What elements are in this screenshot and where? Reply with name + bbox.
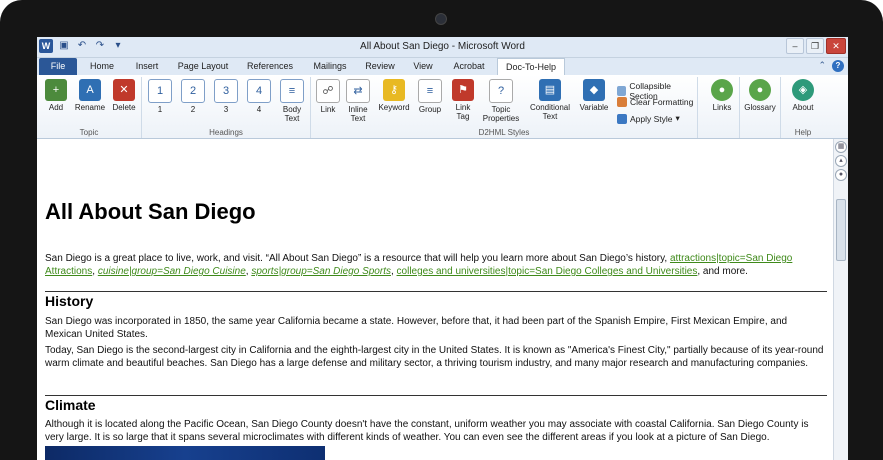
inline-text-icon: ⇄ <box>346 79 370 103</box>
heading-4-icon: 4 <box>247 79 271 103</box>
tab-view[interactable]: View <box>405 58 441 75</box>
tab-review[interactable]: Review <box>359 58 401 75</box>
delete-topic-button[interactable]: ✕ Delete <box>109 79 139 112</box>
colleges-link[interactable]: colleges and universities|topic=San Dieg… <box>397 266 698 277</box>
link-tag-button[interactable]: ⚑ Link Tag <box>449 79 477 121</box>
conditional-text-button[interactable]: ▤ Conditional Text <box>525 79 575 121</box>
group-links: ● Links <box>705 77 740 138</box>
about-button[interactable]: ◈ About <box>787 79 819 112</box>
title-bar: W ▣ ↶ ↷ ▾ All About San Diego - Microsof… <box>37 37 848 58</box>
tab-mailings[interactable]: Mailings <box>305 58 355 75</box>
heading-3-button[interactable]: 3 3 <box>212 79 240 114</box>
history-paragraph-2: Today, San Diego is the second-largest c… <box>45 345 824 369</box>
cuisine-link[interactable]: cuisine|group=San Diego Cuisine <box>98 266 246 277</box>
topic-properties-icon: ? <box>489 79 513 103</box>
glossary-icon: ● <box>749 79 771 101</box>
page-title: All About San Diego <box>45 199 256 224</box>
link-button[interactable]: ☍ Link <box>315 79 341 114</box>
heading-4-button[interactable]: 4 4 <box>245 79 273 114</box>
tab-home[interactable]: Home <box>83 58 121 75</box>
group-glossary: ● Glossary <box>740 77 781 138</box>
heading-3-icon: 3 <box>214 79 238 103</box>
group-d2hml-styles: ☍ Link ⇄ Inline Text ⚷ Keyword ≡ Group ⚑ <box>311 77 698 138</box>
ribbon: + Add A Rename ✕ Delete Topic 1 1 2 2 3 … <box>37 75 848 139</box>
ribbon-tabs: File Home Insert Page Layout References … <box>37 58 848 75</box>
links-icon: ● <box>711 79 733 101</box>
scroll-up-icon[interactable]: ▴ <box>835 155 847 167</box>
topic-group-label: Topic <box>79 128 99 137</box>
tab-doc-to-help[interactable]: Doc-To-Help <box>497 58 565 75</box>
group-button[interactable]: ≡ Group <box>415 79 445 114</box>
sports-link[interactable]: sports|group=San Diego Sports <box>251 266 391 277</box>
word-window: W ▣ ↶ ↷ ▾ All About San Diego - Microsof… <box>37 37 848 460</box>
keyword-button[interactable]: ⚷ Keyword <box>375 79 413 112</box>
add-topic-button[interactable]: + Add <box>41 79 71 112</box>
glossary-button[interactable]: ● Glossary <box>743 79 777 112</box>
rename-topic-icon: A <box>79 79 101 101</box>
tab-file[interactable]: File <box>39 58 77 75</box>
heading-2-icon: 2 <box>181 79 205 103</box>
apply-style-dropdown-icon: ▾ <box>675 113 680 123</box>
variable-button[interactable]: ◆ Variable <box>577 79 611 112</box>
group-topic: + Add A Rename ✕ Delete Topic <box>37 77 142 138</box>
d2hml-group-label: D2HML Styles <box>478 128 530 137</box>
tab-page-layout[interactable]: Page Layout <box>172 58 234 75</box>
camera-icon <box>435 13 447 25</box>
tab-acrobat[interactable]: Acrobat <box>445 58 493 75</box>
help-group-label: Help <box>794 128 812 137</box>
climate-heading: Climate <box>45 397 96 413</box>
history-heading: History <box>45 293 94 309</box>
window-controls: – ❐ ✕ <box>786 38 846 54</box>
heading-1-icon: 1 <box>148 79 172 103</box>
links-button[interactable]: ● Links <box>707 79 737 112</box>
close-icon[interactable]: ✕ <box>826 38 846 54</box>
climate-paragraph-1: Although it is located along the Pacific… <box>45 419 809 443</box>
san-diego-image <box>45 446 325 460</box>
heading-2-button[interactable]: 2 2 <box>179 79 207 114</box>
heading-1-button[interactable]: 1 1 <box>146 79 174 114</box>
intro-paragraph: San Diego is a great place to live, work… <box>45 253 793 277</box>
clear-formatting-button[interactable]: Clear Formatting <box>617 97 693 107</box>
apply-style-button[interactable]: Apply Style ▾ <box>617 113 680 124</box>
add-topic-icon: + <box>45 79 67 101</box>
page-nav-icon[interactable]: ● <box>835 169 847 181</box>
clear-formatting-icon <box>617 97 627 107</box>
group-headings: 1 1 2 2 3 3 4 4 ≡ Body Text Headings <box>142 77 311 138</box>
restore-icon[interactable]: ❐ <box>806 38 824 54</box>
variable-icon: ◆ <box>583 79 605 101</box>
body-text-icon: ≡ <box>280 79 304 103</box>
laptop-bezel: W ▣ ↶ ↷ ▾ All About San Diego - Microsof… <box>0 0 883 460</box>
inline-text-button[interactable]: ⇄ Inline Text <box>343 79 373 123</box>
headings-group-label: Headings <box>209 128 243 137</box>
ruler-toggle-icon[interactable]: ▦ <box>835 141 847 153</box>
tab-right-controls: ⌃ ? <box>818 60 844 72</box>
tab-insert[interactable]: Insert <box>127 58 167 75</box>
about-icon: ◈ <box>792 79 814 101</box>
link-tag-icon: ⚑ <box>452 79 474 101</box>
history-paragraph-1: San Diego was incorporated in 1850, the … <box>45 316 788 340</box>
rename-topic-button[interactable]: A Rename <box>73 79 107 112</box>
minimize-icon[interactable]: – <box>786 38 804 54</box>
tab-references[interactable]: References <box>240 58 300 75</box>
window-title: All About San Diego - Microsoft Word <box>360 41 525 52</box>
divider <box>45 291 827 292</box>
key-icon: ⚷ <box>383 79 405 101</box>
help-icon[interactable]: ? <box>832 60 844 72</box>
topic-properties-button[interactable]: ? Topic Properties <box>479 79 523 123</box>
group-help: ◈ About Help <box>781 77 825 138</box>
collapsible-section-icon <box>617 86 627 96</box>
scroll-thumb[interactable] <box>836 199 846 261</box>
conditional-text-icon: ▤ <box>539 79 561 101</box>
delete-topic-icon: ✕ <box>113 79 135 101</box>
vertical-scrollbar[interactable]: ▦ ▴ ● <box>833 139 848 460</box>
body-text-button[interactable]: ≡ Body Text <box>276 79 308 123</box>
minimize-ribbon-icon[interactable]: ⌃ <box>818 60 826 72</box>
group-icon: ≡ <box>418 79 442 103</box>
document-area[interactable]: All About San Diego San Diego is a great… <box>37 139 848 460</box>
divider <box>45 395 827 396</box>
apply-style-icon <box>617 113 627 124</box>
link-icon: ☍ <box>316 79 340 103</box>
